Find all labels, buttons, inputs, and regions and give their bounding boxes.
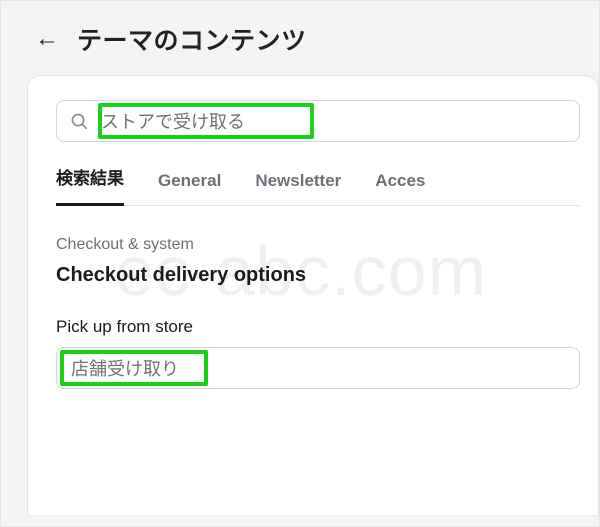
search-field-wrap — [56, 100, 580, 142]
tab-general[interactable]: General — [158, 171, 221, 205]
back-arrow-icon[interactable]: ← — [31, 23, 63, 55]
content-panel: 検索結果 General Newsletter Acces Checkout &… — [27, 75, 599, 515]
page-title: テーマのコンテンツ — [77, 21, 307, 57]
result-section: Checkout & system Checkout delivery opti… — [56, 206, 580, 389]
pickup-from-store-input[interactable] — [56, 347, 580, 389]
field-label: Pick up from store — [56, 317, 580, 337]
tabs: 検索結果 General Newsletter Acces — [56, 164, 580, 206]
search-input[interactable] — [56, 100, 580, 142]
section-title: Checkout delivery options — [56, 264, 580, 287]
tab-newsletter[interactable]: Newsletter — [255, 171, 341, 205]
field-wrap — [56, 347, 580, 389]
tab-search-results[interactable]: 検索結果 — [56, 164, 124, 206]
section-kicker: Checkout & system — [56, 236, 580, 254]
page-header: ← テーマのコンテンツ — [1, 1, 599, 75]
tab-accessibility[interactable]: Acces — [375, 171, 425, 205]
